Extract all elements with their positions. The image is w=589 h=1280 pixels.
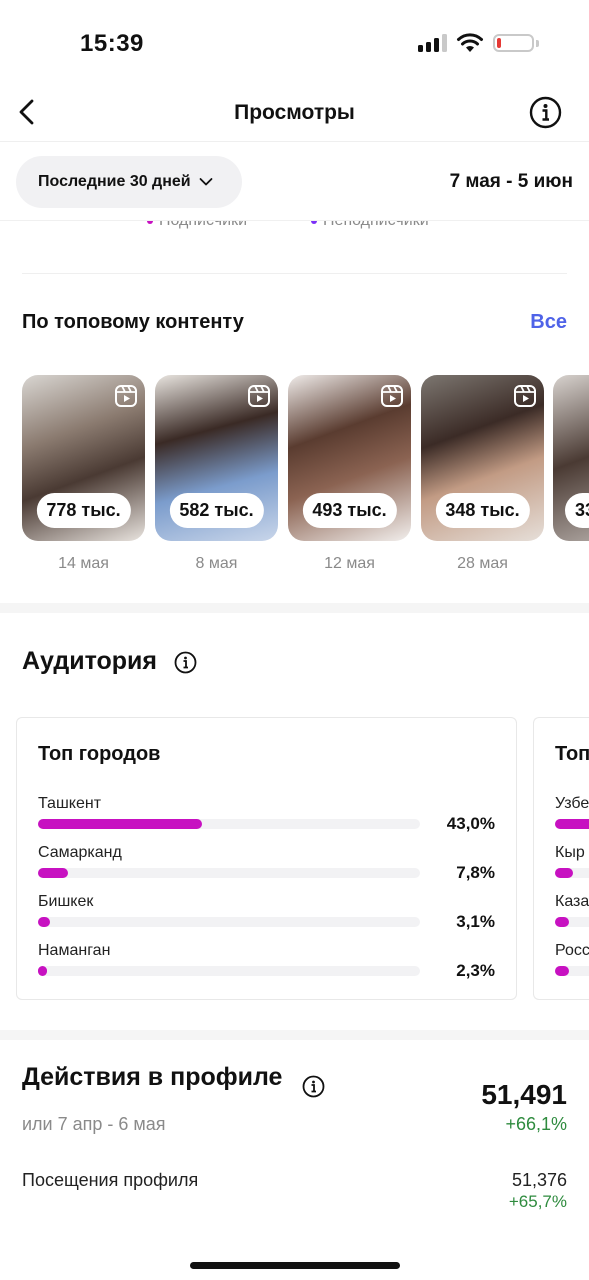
country-bar <box>555 917 569 927</box>
page-title: Просмотры <box>234 101 355 124</box>
date-range: 7 мая - 5 июн <box>449 171 573 192</box>
section-separator <box>0 1030 589 1040</box>
info-icon[interactable] <box>302 1075 325 1098</box>
battery-icon <box>493 34 539 52</box>
period-label: Последние 30 дней <box>38 173 191 190</box>
status-time: 15:39 <box>80 30 144 57</box>
views-badge: 582 тыс. <box>169 493 264 528</box>
top-cities-title: Топ городов <box>38 743 161 765</box>
profile-visits-change: +65,7% <box>508 1192 567 1211</box>
audience-title: Аудитория <box>22 647 157 675</box>
divider <box>22 273 567 274</box>
city-bar <box>38 819 202 829</box>
content-date: 12 мая <box>324 555 375 572</box>
city-bar-track <box>38 966 420 976</box>
country-bar-track <box>555 966 589 976</box>
content-thumbnail[interactable]: 493 тыс. <box>288 375 411 541</box>
top-countries-title: Топ <box>555 743 589 765</box>
reels-icon <box>514 385 536 407</box>
profile-actions-title: Действия в профиле <box>22 1063 283 1091</box>
city-bar-track <box>38 868 420 878</box>
city-bar <box>38 917 50 927</box>
reels-icon <box>115 385 137 407</box>
wifi-icon <box>457 33 483 52</box>
country-label: Узбе <box>555 795 589 812</box>
status-bar: 15:39 <box>0 0 589 80</box>
reels-icon <box>248 385 270 407</box>
content-thumbnail[interactable]: 582 тыс. <box>155 375 278 541</box>
profile-actions-change: +66,1% <box>505 1114 567 1134</box>
home-indicator[interactable] <box>190 1262 400 1269</box>
city-label: Самарканд <box>38 844 122 861</box>
content-thumbnail[interactable]: 348 тыс. <box>421 375 544 541</box>
views-badge: 348 тыс. <box>435 493 530 528</box>
comparison-period: или 7 апр - 6 мая <box>22 1114 166 1134</box>
city-bar-track <box>38 917 420 927</box>
cellular-signal-icon <box>418 34 448 52</box>
content-thumbnail[interactable]: 33 <box>553 375 589 541</box>
info-icon[interactable] <box>174 651 197 674</box>
content-date: 14 мая <box>58 555 109 572</box>
top-content-carousel[interactable]: 778 тыс. 14 мая 582 тыс. 8 мая 493 тыс. … <box>22 375 589 575</box>
content-thumbnail[interactable]: 778 тыс. <box>22 375 145 541</box>
city-percent: 2,3% <box>456 961 495 980</box>
filter-bar: Последние 30 дней 7 мая - 5 июн <box>0 143 589 221</box>
city-label: Ташкент <box>38 795 102 812</box>
top-countries-card: Топ Узбе Кыр Каза Росс <box>533 717 589 1000</box>
period-dropdown[interactable]: Последние 30 дней <box>16 156 242 208</box>
profile-visits-label: Посещения профиля <box>22 1170 199 1190</box>
city-bar-track <box>38 819 420 829</box>
views-badge: 493 тыс. <box>302 493 397 528</box>
country-label: Кыр <box>555 844 585 861</box>
city-bar <box>38 868 68 878</box>
country-bar-track <box>555 917 589 927</box>
top-cities-card: Топ городов Ташкент 43,0% Самарканд 7,8%… <box>16 717 517 1000</box>
profile-actions-total: 51,491 <box>481 1079 567 1110</box>
views-badge: 33 <box>565 493 589 528</box>
views-badge: 778 тыс. <box>36 493 131 528</box>
see-all-link[interactable]: Все <box>530 311 567 334</box>
country-bar-track <box>555 868 589 878</box>
country-label: Каза <box>555 893 589 910</box>
country-bar <box>555 819 589 829</box>
city-percent: 3,1% <box>456 912 495 931</box>
city-label: Бишкек <box>38 893 94 910</box>
country-bar <box>555 966 569 976</box>
city-label: Наманган <box>38 942 111 959</box>
top-content-title: По топовому контенту <box>22 311 244 333</box>
city-bar <box>38 966 47 976</box>
city-percent: 7,8% <box>456 863 495 882</box>
reels-icon <box>381 385 403 407</box>
country-bar <box>555 868 573 878</box>
country-label: Росс <box>555 942 589 959</box>
country-bar-track <box>555 819 589 829</box>
content-date: 28 мая <box>457 555 508 572</box>
chevron-down-icon <box>199 178 213 186</box>
info-icon[interactable] <box>529 96 562 129</box>
content-date: 8 мая <box>195 555 238 572</box>
section-separator <box>0 603 589 613</box>
header: Просмотры <box>0 86 589 142</box>
city-percent: 43,0% <box>446 814 495 833</box>
profile-visits-value: 51,376 <box>511 1170 567 1190</box>
